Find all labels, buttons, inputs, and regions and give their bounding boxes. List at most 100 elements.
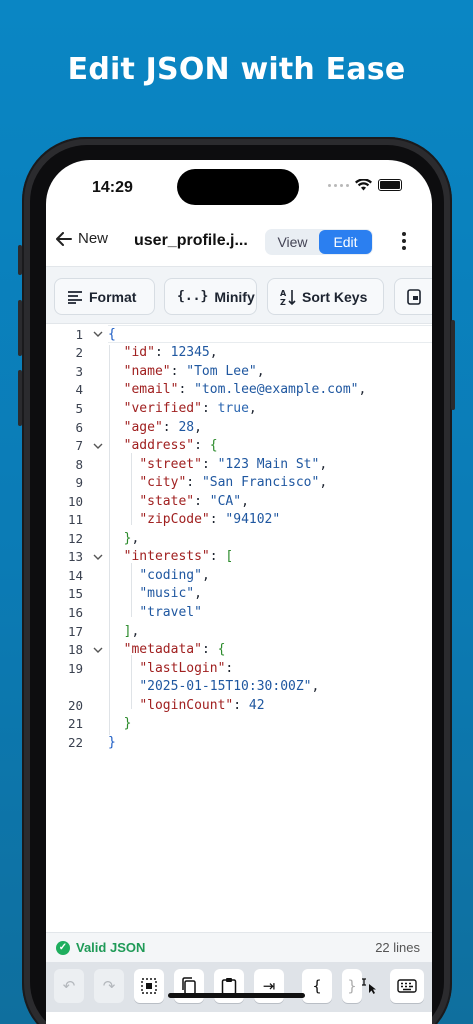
code-token: : (233, 697, 249, 713)
open-brace-button[interactable]: { (302, 969, 332, 1003)
code-line[interactable]: 3 "name": "Tom Lee", (46, 362, 432, 381)
code-text: "interests": [ (108, 549, 234, 565)
code-token: , (241, 493, 249, 509)
code-text: "state": "CA", (108, 494, 249, 509)
code-line[interactable]: 6 "age": 28, (46, 418, 432, 437)
code-token: , (194, 419, 202, 435)
line-number: 10 (67, 493, 83, 509)
line-number: 3 (75, 363, 83, 379)
code-line[interactable]: 18 "metadata": { (46, 640, 432, 659)
cursor-button[interactable] (358, 969, 380, 1003)
line-number: 20 (67, 697, 83, 713)
code-token: : (170, 363, 187, 379)
code-line[interactable]: 12 }, (46, 529, 432, 548)
code-line[interactable]: 9 "city": "San Francisco", (46, 473, 432, 492)
code-line[interactable]: 11 "zipCode": "94102" (46, 511, 432, 530)
code-token: : (225, 660, 234, 676)
code-token: , (131, 623, 140, 639)
check-circle-icon: ✓ (56, 940, 70, 955)
fold-chevron-icon[interactable] (92, 328, 104, 340)
line-number: 15 (67, 586, 83, 602)
mode-switch: View Edit (265, 229, 373, 255)
code-line[interactable]: 8 "street": "123 Main St", (46, 455, 432, 474)
undo-button[interactable]: ↶ (54, 969, 84, 1003)
minify-icon: {..} (177, 289, 209, 304)
code-line[interactable]: "2025-01-15T10:30:00Z", (46, 677, 432, 696)
code-token: } (123, 716, 132, 732)
code-text: "metadata": { (108, 642, 226, 657)
code-text: "music", (108, 586, 202, 601)
code-line[interactable]: 5 "verified": true, (46, 399, 432, 418)
code-line[interactable]: 21 } (46, 715, 432, 734)
select-all-icon (141, 978, 157, 994)
fold-chevron-icon[interactable] (92, 551, 104, 563)
status-icons (328, 179, 402, 191)
valid-label: Valid JSON (76, 940, 146, 955)
code-line[interactable]: 7 "address": { (46, 436, 432, 455)
sort-keys-button[interactable]: AZ Sort Keys (267, 278, 384, 315)
select-all-button[interactable] (134, 969, 164, 1003)
code-line[interactable]: 13 "interests": [ (46, 548, 432, 567)
line-number: 18 (67, 642, 83, 658)
code-token: , (319, 475, 328, 491)
line-number: 2 (75, 345, 83, 361)
fold-chevron-icon[interactable] (92, 440, 104, 452)
code-text: "address": { (108, 438, 218, 453)
cursor-icon (362, 978, 376, 994)
code-line[interactable]: 15 "music", (46, 585, 432, 604)
code-token: "94102" (225, 512, 281, 528)
status-bar: 14:29 (46, 160, 432, 214)
code-token: : (154, 345, 171, 361)
tab-view[interactable]: View (266, 230, 319, 254)
code-line[interactable]: 19 "lastLogin": (46, 659, 432, 678)
code-token: "interests" (123, 549, 210, 565)
code-text: "email": "tom.lee@example.com", (108, 382, 367, 398)
minify-button[interactable]: {..} Minify (164, 278, 257, 315)
code-line[interactable]: 20 "loginCount": 42 (46, 696, 432, 715)
code-token: [ (225, 549, 234, 565)
redo-button[interactable]: ↷ (94, 969, 124, 1003)
fold-chevron-icon[interactable] (92, 644, 104, 656)
code-token: "San Francisco" (201, 475, 320, 491)
code-line[interactable]: 4 "email": "tom.lee@example.com", (46, 381, 432, 400)
format-button[interactable]: Format (54, 278, 155, 315)
code-token: "id" (123, 345, 155, 361)
tab-edit[interactable]: Edit (319, 230, 372, 254)
code-text: "verified": true, (108, 401, 257, 416)
code-text: "age": 28, (108, 420, 202, 435)
code-token: , (248, 400, 257, 416)
code-text: "2025-01-15T10:30:00Z", (108, 679, 319, 694)
code-line[interactable]: 17 ], (46, 622, 432, 641)
more-options-icon[interactable] (402, 232, 406, 250)
editor-status-bar: ✓ Valid JSON 22 lines (46, 932, 432, 962)
code-line[interactable]: 10 "state": "CA", (46, 492, 432, 511)
code-editor[interactable]: 1{2 "id": 12345, 3 "name": "Tom Lee", 4 "e… (46, 325, 432, 930)
svg-text:A: A (280, 289, 287, 298)
line-number: 16 (67, 605, 83, 620)
code-token: "zipCode" (139, 512, 210, 528)
code-line[interactable]: 2 "id": 12345, (46, 344, 432, 363)
redo-icon: ↷ (102, 978, 116, 995)
more-tools-button[interactable] (394, 278, 432, 315)
code-token: "age" (123, 419, 163, 435)
code-line[interactable]: 1{ (46, 325, 432, 344)
code-token: "music" (139, 586, 195, 602)
line-number: 12 (67, 530, 83, 546)
svg-text:Z: Z (280, 298, 286, 306)
code-line[interactable]: 14 "coding", (46, 566, 432, 585)
code-token: : (178, 382, 195, 398)
undo-icon: ↶ (62, 978, 76, 995)
code-line[interactable]: 16 "travel" (46, 603, 432, 622)
back-button[interactable]: New (56, 230, 108, 247)
keyboard-dismiss-button[interactable] (390, 969, 424, 1003)
code-line[interactable]: 22} (46, 733, 432, 752)
code-token: : (201, 456, 218, 472)
